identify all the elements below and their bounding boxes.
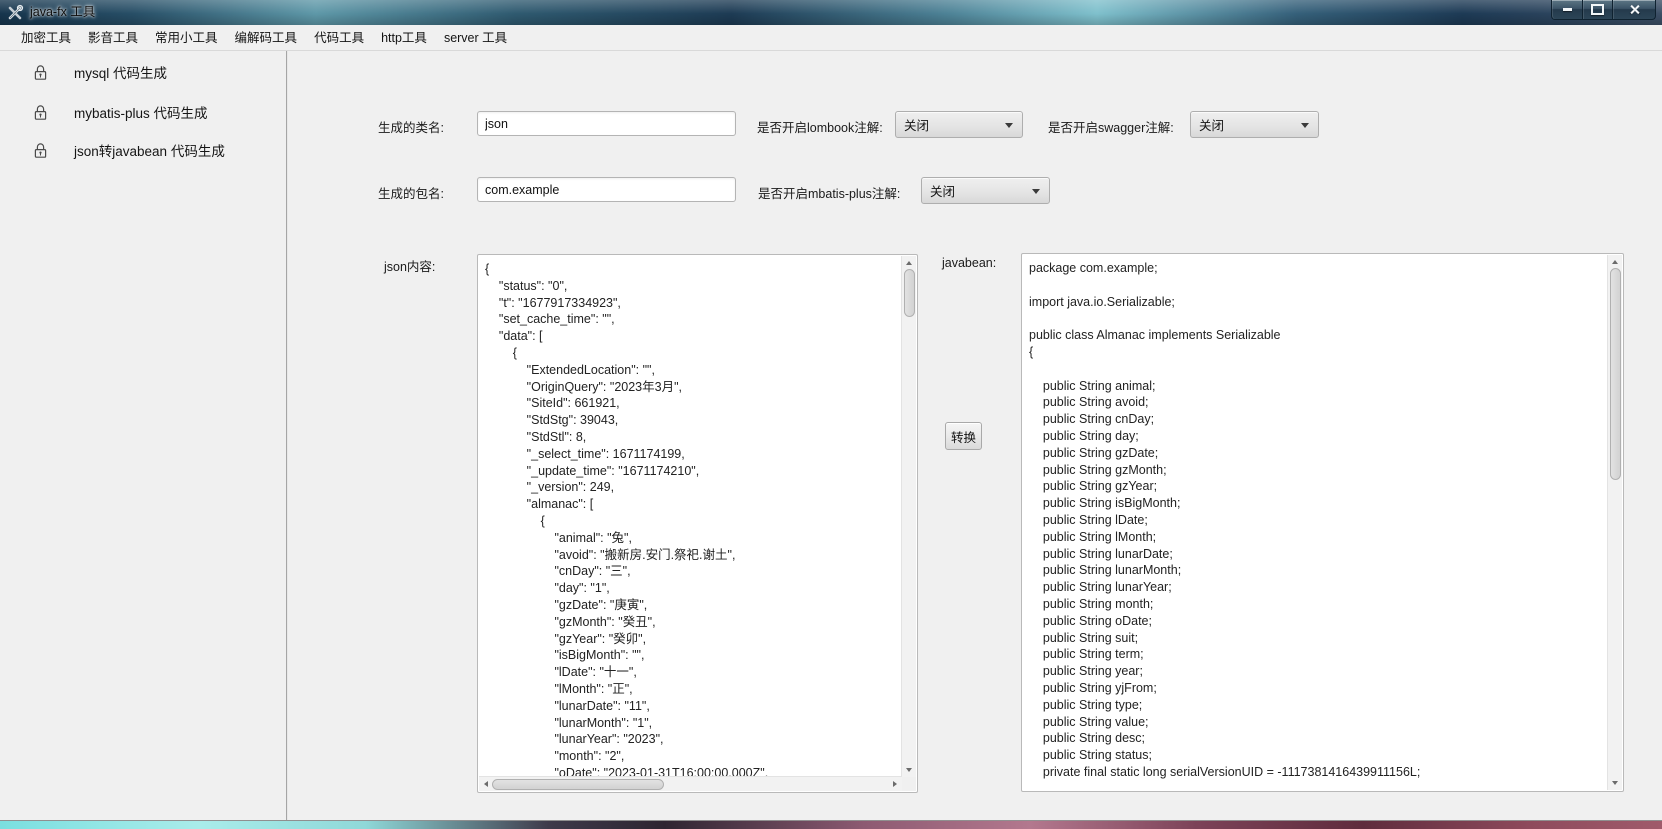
swagger-select-value: 关闭 [1191,115,1301,134]
app-window: java-fx 工具 加密工具 影音工具 常用小工具 编解码工具 代码工具 ht… [0,0,1662,829]
lombok-select-value: 关闭 [896,115,1005,134]
maximize-button[interactable] [1582,0,1613,20]
close-icon [1629,4,1640,15]
sidebar-item-label: mybatis-plus 代码生成 [74,102,208,122]
json-content-textarea[interactable]: { "status": "0", "t": "1677917334923", "… [477,254,918,793]
close-button[interactable] [1612,0,1656,20]
mybatis-plus-select-value: 关闭 [922,181,1032,200]
minimize-icon [1563,8,1572,11]
json-content-text[interactable]: { "status": "0", "t": "1677917334923", "… [478,255,903,778]
javabean-textarea[interactable]: package com.example; import java.io.Seri… [1021,253,1624,792]
sidebar: mysql 代码生成 mybatis-plus 代码生成 jso [0,51,287,820]
scroll-up-icon[interactable] [1608,255,1622,269]
window-title: java-fx 工具 [30,0,95,25]
scroll-right-icon[interactable] [888,777,902,791]
chevron-down-icon [1301,123,1309,132]
json-vscroll-thumb[interactable] [904,269,915,317]
package-name-input[interactable] [477,177,736,202]
window-controls [1552,0,1656,20]
menu-server-tools[interactable]: server 工具 [436,26,515,50]
class-name-input[interactable] [477,111,736,136]
scroll-down-icon[interactable] [1608,776,1622,790]
javabean-text[interactable]: package com.example; import java.io.Seri… [1022,254,1609,791]
swagger-label: 是否开启swagger注解: [1048,117,1174,136]
maximize-icon [1591,4,1604,15]
menu-media-tools[interactable]: 影音工具 [80,26,146,50]
chevron-down-icon [1005,123,1013,132]
menu-code-tools[interactable]: 代码工具 [306,26,372,50]
content-area: mysql 代码生成 mybatis-plus 代码生成 jso [0,51,1662,820]
javabean-vertical-scrollbar[interactable] [1607,255,1622,790]
scrollbar-corner [902,777,916,791]
package-name-label: 生成的包名: [330,183,444,202]
json-horizontal-scrollbar[interactable] [479,776,902,791]
menu-codec-tools[interactable]: 编解码工具 [227,26,306,50]
titlebar[interactable]: java-fx 工具 [0,0,1662,25]
swagger-select[interactable]: 关闭 [1190,111,1319,138]
lock-icon [33,64,48,81]
sidebar-item-label: mysql 代码生成 [74,62,167,82]
lombok-label: 是否开启lombook注解: [757,117,883,136]
javabean-vscroll-thumb[interactable] [1610,268,1621,480]
convert-button[interactable]: 转换 [945,422,982,450]
scroll-down-icon[interactable] [902,763,916,777]
main-panel: 生成的类名: 是否开启lombook注解: 关闭 是否开启swagger注解: … [287,51,1662,820]
scroll-left-icon[interactable] [479,777,493,791]
scroll-up-icon[interactable] [902,256,916,270]
sidebar-item-mybatis-plus-codegen[interactable]: mybatis-plus 代码生成 [0,99,286,125]
menu-encrypt-tools[interactable]: 加密工具 [13,26,79,50]
chevron-down-icon [1032,189,1040,198]
lock-icon [33,142,48,159]
class-name-label: 生成的类名: [330,117,444,136]
menubar: 加密工具 影音工具 常用小工具 编解码工具 代码工具 http工具 server… [0,25,1662,51]
json-hscroll-thumb[interactable] [492,779,664,790]
mybatis-plus-select[interactable]: 关闭 [921,177,1050,204]
lombok-select[interactable]: 关闭 [895,111,1023,138]
mybatis-plus-label: 是否开启mbatis-plus注解: [758,183,900,202]
json-content-label: json内容: [384,256,435,275]
menu-common-tools[interactable]: 常用小工具 [147,26,226,50]
sidebar-item-mysql-codegen[interactable]: mysql 代码生成 [0,59,286,85]
json-vertical-scrollbar[interactable] [901,256,916,777]
javabean-label: javabean: [942,256,996,270]
sidebar-item-json-to-javabean-codegen[interactable]: json转javabean 代码生成 [0,137,286,163]
desktop-wallpaper-strip [0,820,1662,829]
lock-icon [33,104,48,121]
app-tools-icon [7,4,24,21]
menu-http-tools[interactable]: http工具 [373,26,435,50]
minimize-button[interactable] [1551,0,1583,20]
sidebar-item-label: json转javabean 代码生成 [74,140,225,160]
